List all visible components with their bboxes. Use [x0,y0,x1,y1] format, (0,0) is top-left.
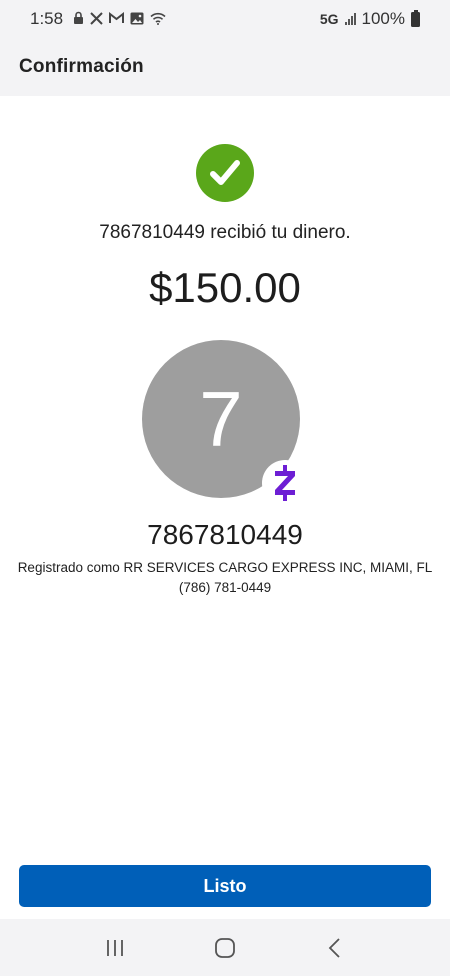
battery-percent: 100% [361,9,405,28]
signal-icon [344,13,356,25]
home-icon[interactable] [205,928,245,968]
zelle-icon [262,460,308,506]
app-header: Confirmación [0,38,450,96]
back-icon[interactable] [315,928,355,968]
gmail-icon [109,11,125,26]
battery-icon [411,9,420,27]
confirmation-message: 7867810449 recibió tu dinero. [99,222,351,243]
status-left: 1:58 [30,9,166,29]
lock-icon [73,11,84,27]
avatar-initial: 7 [199,374,243,463]
page-title: Confirmación [19,56,144,77]
success-check-icon [196,144,254,202]
x-icon [90,11,103,27]
recipient-phone: (786) 781-0449 [178,580,272,595]
network-indicator: 5G [319,11,339,27]
status-time: 1:58 [30,9,64,28]
gallery-icon [130,12,144,27]
nav-bar [0,919,450,976]
recipient-name: 7867810449 [147,519,303,550]
recents-icon[interactable] [95,928,135,968]
amount: $150.00 [149,264,301,311]
status-bar: 1:58 5G 100% [0,0,450,38]
done-button[interactable]: Listo [19,865,431,907]
registered-as-text: Registrado como RR SERVICES CARGO EXPRES… [17,560,433,575]
wifi-icon [150,12,166,27]
status-right: 5G 100% [320,9,420,29]
